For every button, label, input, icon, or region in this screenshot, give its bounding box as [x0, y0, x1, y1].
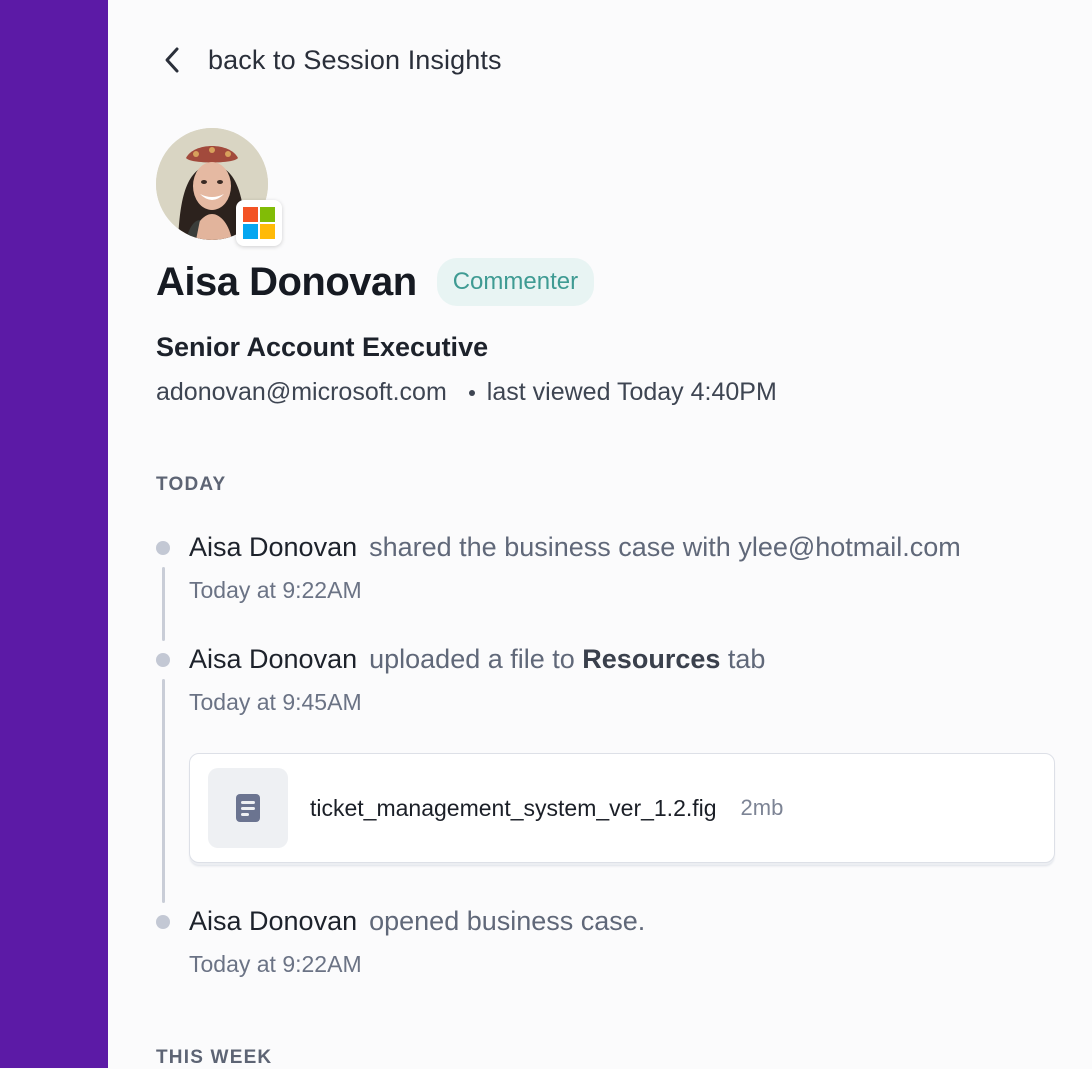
event-actor[interactable]: Aisa Donovan [189, 906, 357, 936]
profile-header: Aisa Donovan Commenter [156, 258, 595, 306]
timeline-dot [156, 541, 170, 555]
section-label-this-week: THIS WEEK [156, 1047, 273, 1068]
event-action: shared the business case with ylee@hotma… [369, 532, 961, 562]
event-actor[interactable]: Aisa Donovan [189, 532, 357, 562]
timeline-connector [162, 679, 165, 903]
separator-dot [468, 389, 475, 396]
last-viewed: last viewed Today 4:40PM [486, 378, 777, 406]
event-description: Aisa Donovan shared the business case wit… [189, 532, 961, 563]
resources-tab-link[interactable]: Resources [582, 644, 720, 674]
event-action: opened business case. [369, 906, 646, 936]
profile-name: Aisa Donovan [156, 259, 417, 304]
chevron-left-icon [160, 42, 184, 78]
event-time: Today at 9:22AM [189, 951, 362, 977]
avatar-group [156, 128, 286, 248]
event-time: Today at 9:45AM [189, 689, 362, 715]
timeline-dot [156, 915, 170, 929]
role-badge: Commenter [436, 258, 595, 306]
timeline-connector [162, 567, 165, 641]
profile-email: adonovan@microsoft.com [156, 378, 447, 406]
file-name: ticket_management_system_ver_1.2.fig [310, 794, 717, 821]
job-title: Senior Account Executive [156, 332, 489, 362]
main-content: back to Session Insights Aisa Donovan Co… [108, 0, 1092, 1068]
app-sidebar [0, 0, 108, 1068]
event-action: uploaded a file to [369, 644, 575, 674]
event-action-suffix: tab [727, 644, 766, 674]
microsoft-logo-icon [236, 200, 282, 246]
profile-meta: adonovan@microsoft.com last viewed Today… [156, 378, 777, 407]
timeline-event: Aisa Donovan uploaded a file to Resources… [189, 644, 765, 716]
document-icon [208, 768, 288, 848]
event-actor[interactable]: Aisa Donovan [189, 644, 357, 674]
file-size: 2mb [740, 795, 784, 820]
timeline-dot [156, 653, 170, 667]
timeline-event: Aisa Donovan shared the business case wit… [189, 532, 961, 604]
back-link-label: back to Session Insights [208, 44, 502, 75]
section-label-today: TODAY [156, 474, 227, 495]
back-link[interactable]: back to Session Insights [160, 42, 502, 78]
event-description: Aisa Donovan uploaded a file to Resources… [189, 644, 765, 675]
event-description: Aisa Donovan opened business case. [189, 906, 645, 937]
file-attachment-card[interactable]: ticket_management_system_ver_1.2.fig 2mb [189, 753, 1055, 863]
timeline-event: Aisa Donovan opened business case. Today … [189, 906, 645, 978]
event-time: Today at 9:22AM [189, 577, 362, 603]
